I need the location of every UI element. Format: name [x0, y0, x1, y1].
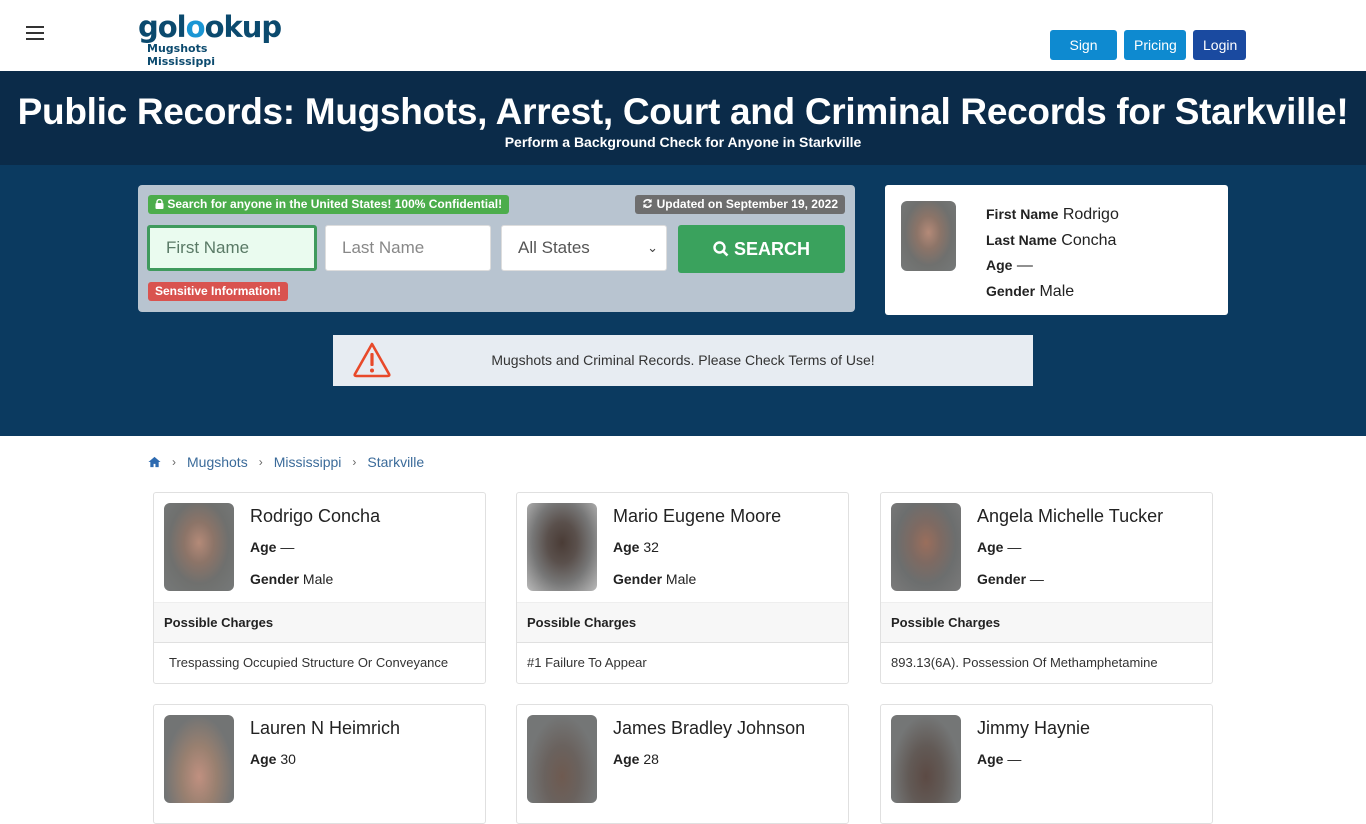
record-card[interactable]: Lauren N Heimrich Age 30 — [153, 704, 486, 824]
page-title: Public Records: Mugshots, Arrest, Court … — [17, 91, 1349, 132]
record-age: Age — — [977, 539, 1022, 555]
record-age: Age — — [250, 539, 295, 555]
featured-info: First Name Rodrigo Last Name Concha Age … — [986, 206, 1119, 300]
search-icon — [713, 241, 729, 257]
mugshot-photo — [891, 503, 961, 591]
header-nav: Sign Up Pricing Login — [1050, 30, 1246, 83]
possible-charges-header: Possible Charges — [881, 602, 1212, 643]
featured-last-name: Concha — [1061, 231, 1117, 249]
record-name[interactable]: Jimmy Haynie — [977, 718, 1090, 739]
mugshot-photo — [527, 715, 597, 803]
record-gender: Gender Male — [613, 571, 697, 587]
featured-gender: Male — [1039, 282, 1075, 300]
refresh-icon — [643, 198, 653, 209]
mugshot-photo — [901, 201, 956, 271]
logo[interactable]: golookup Mugshots Mississippi — [138, 10, 282, 68]
login-button[interactable]: Login — [1193, 30, 1246, 60]
confidential-badge: Search for anyone in the United States! … — [148, 195, 510, 214]
chevron-right-icon: › — [258, 455, 263, 469]
featured-record-card[interactable]: First Name Rodrigo Last Name Concha Age … — [885, 185, 1228, 315]
lock-icon — [155, 198, 164, 209]
record-age: Age 30 — [250, 751, 296, 767]
site-header: golookup Mugshots Mississippi Sign Up Pr… — [0, 0, 1366, 83]
possible-charges-header: Possible Charges — [154, 602, 485, 643]
record-age: Age 32 — [613, 539, 659, 555]
mugshot-photo — [164, 503, 234, 591]
record-name[interactable]: Mario Eugene Moore — [613, 506, 781, 527]
record-charge: Trespassing Occupied Structure Or Convey… — [169, 655, 449, 670]
menu-icon[interactable] — [26, 26, 44, 42]
hero-banner: Public Records: Mugshots, Arrest, Court … — [0, 71, 1366, 165]
featured-age: — — [1016, 257, 1033, 274]
record-name[interactable]: James Bradley Johnson — [613, 718, 805, 739]
signup-button[interactable]: Sign Up — [1050, 30, 1117, 83]
featured-first-name: Rodrigo — [1062, 206, 1119, 223]
record-charge: 893.13(6A). Possession Of Methamphetamin… — [891, 655, 1158, 670]
chevron-right-icon: › — [352, 455, 357, 469]
mugshot-photo — [164, 715, 234, 803]
record-card[interactable]: James Bradley Johnson Age 28 — [516, 704, 849, 824]
record-card[interactable]: Rodrigo Concha Age — Gender Male Possibl… — [153, 492, 486, 684]
page-subtitle: Perform a Background Check for Anyone in… — [504, 134, 862, 150]
breadcrumb-mississippi[interactable]: Mississippi — [274, 454, 342, 470]
record-charge: #1 Failure To Appear — [527, 655, 647, 670]
record-name[interactable]: Rodrigo Concha — [250, 506, 380, 527]
record-age: Age 28 — [613, 751, 659, 767]
record-gender: Gender — — [977, 571, 1044, 587]
record-card[interactable]: Mario Eugene Moore Age 32 Gender Male Po… — [516, 492, 849, 684]
mugshot-photo — [527, 503, 597, 591]
last-name-input[interactable]: Last Name — [325, 225, 491, 271]
sensitive-badge: Sensitive Information! — [148, 282, 289, 301]
logo-wordmark: golookup — [138, 10, 282, 44]
chevron-right-icon: › — [172, 455, 176, 469]
breadcrumb-mugshots[interactable]: Mugshots — [187, 454, 248, 470]
logo-subtitle: Mugshots Mississippi — [147, 42, 215, 68]
chevron-down-icon: ⌄ — [647, 240, 658, 255]
terms-notice: Mugshots and Criminal Records. Please Ch… — [333, 335, 1033, 386]
record-card[interactable]: Jimmy Haynie Age — — [880, 704, 1213, 824]
breadcrumb: › Mugshots › Mississippi › Starkville — [148, 454, 424, 470]
record-gender: Gender Male — [250, 571, 334, 587]
mugshot-photo — [891, 715, 961, 803]
pricing-button[interactable]: Pricing — [1124, 30, 1186, 60]
first-name-input[interactable]: First Name — [147, 225, 317, 271]
record-age: Age — — [977, 751, 1022, 767]
search-panel: Search for anyone in the United States! … — [138, 185, 855, 312]
state-select[interactable]: All States ⌄ — [501, 225, 667, 271]
record-name[interactable]: Angela Michelle Tucker — [977, 506, 1163, 527]
home-icon[interactable] — [148, 456, 161, 468]
updated-badge: Updated on September 19, 2022 — [635, 195, 845, 214]
record-card[interactable]: Angela Michelle Tucker Age — Gender — Po… — [880, 492, 1213, 684]
breadcrumb-starkville[interactable]: Starkville — [367, 454, 424, 470]
possible-charges-header: Possible Charges — [517, 602, 848, 643]
search-button[interactable]: SEARCH — [678, 225, 845, 273]
record-name[interactable]: Lauren N Heimrich — [250, 718, 400, 739]
